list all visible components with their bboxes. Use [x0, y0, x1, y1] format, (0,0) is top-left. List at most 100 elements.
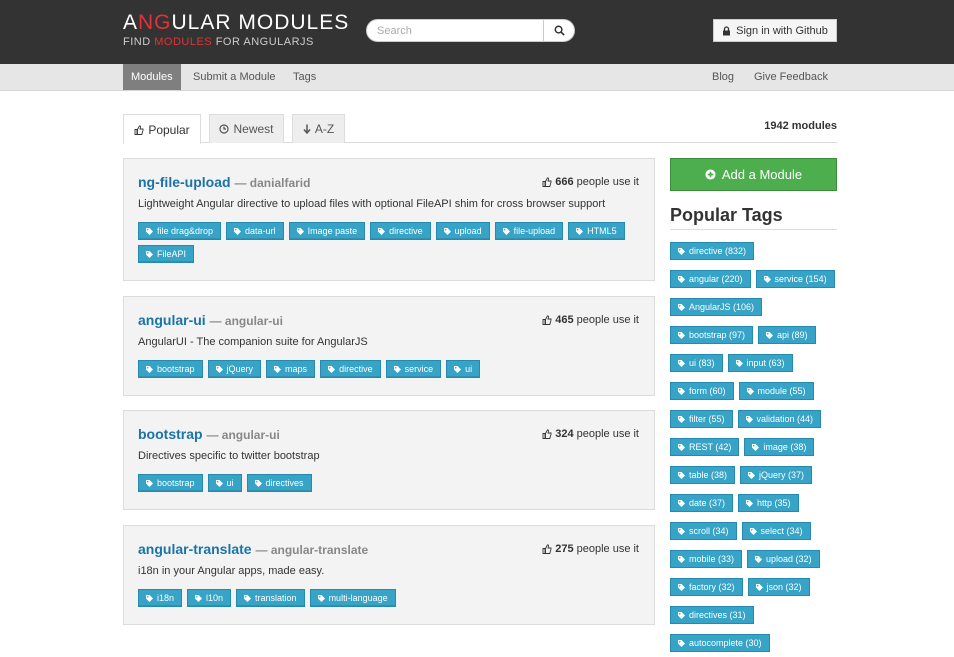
popular-tag[interactable]: http (35): [738, 494, 799, 512]
tag-button[interactable]: directive: [370, 222, 431, 240]
popular-tag[interactable]: service (154): [755, 270, 835, 288]
tag-button[interactable]: file drag&drop: [138, 222, 222, 240]
module-description: Lightweight Angular directive to upload …: [138, 198, 606, 210]
tag-button[interactable]: directives: [246, 474, 312, 492]
popular-tag[interactable]: ui (83): [670, 354, 723, 372]
tag-icon: [763, 275, 771, 283]
signin-github-button[interactable]: Sign in with Github: [713, 19, 837, 42]
popular-tag[interactable]: select (34): [741, 522, 811, 540]
tag-button[interactable]: HTML5: [568, 222, 625, 240]
popular-tag[interactable]: scroll (34): [670, 522, 737, 540]
tag-icon: [752, 443, 760, 451]
tag-button[interactable]: bootstrap: [138, 474, 203, 492]
module-tags: bootstrap ui directives: [138, 474, 643, 492]
module-card: angular-translate — angular-translate 27…: [123, 525, 655, 625]
tag-icon: [735, 359, 743, 367]
tag-button[interactable]: upload: [435, 222, 490, 240]
tag-button[interactable]: service: [385, 360, 442, 378]
module-name[interactable]: angular-translate — angular-translate: [138, 541, 368, 557]
popular-tag[interactable]: api (89): [758, 326, 816, 344]
logo-title: ANGULAR MODULES: [123, 11, 350, 34]
popular-tag[interactable]: jQuery (37): [740, 466, 813, 484]
tag-button[interactable]: i18n: [138, 589, 183, 607]
thumbs-up-icon: [542, 544, 552, 554]
module-description: AngularUI - The companion suite for Angu…: [138, 336, 368, 348]
popular-tag[interactable]: image (38): [744, 438, 815, 456]
popular-tag[interactable]: AngularJS (106): [670, 298, 763, 316]
tag-icon: [678, 639, 685, 647]
tag-button[interactable]: FileAPI: [138, 245, 195, 263]
tag-button[interactable]: jQuery: [207, 360, 262, 378]
module-name[interactable]: angular-ui — angular-ui: [138, 312, 283, 328]
tag-button[interactable]: file-upload: [494, 222, 564, 240]
tag-icon: [746, 499, 754, 507]
add-module-button[interactable]: Add a Module: [670, 158, 837, 191]
module-author[interactable]: danialfarid: [250, 176, 311, 190]
tag-button[interactable]: data-url: [226, 222, 284, 240]
tag-button[interactable]: directive: [320, 360, 381, 378]
tag-icon: [678, 611, 685, 619]
tag-icon: [678, 331, 685, 339]
search-button[interactable]: [543, 20, 574, 41]
popular-tag[interactable]: filter (55): [670, 410, 733, 428]
popular-tag[interactable]: date (37): [670, 494, 734, 512]
module-author[interactable]: angular-translate: [271, 543, 368, 557]
module-description: Directives specific to twitter bootstrap: [138, 450, 320, 462]
tag-icon: [678, 583, 685, 591]
popular-tag[interactable]: directives (31): [670, 606, 754, 624]
tag-icon: [244, 594, 252, 602]
module-name[interactable]: ng-file-upload — danialfarid: [138, 174, 310, 190]
module-name[interactable]: bootstrap — angular-ui: [138, 426, 280, 442]
popular-tag[interactable]: autocomplete (30): [670, 634, 770, 652]
nav-blog[interactable]: Blog: [704, 64, 742, 90]
popular-tag[interactable]: REST (42): [670, 438, 740, 456]
tab-newest[interactable]: Newest: [209, 114, 284, 143]
tag-button[interactable]: multi-language: [309, 589, 396, 607]
search-box: [366, 19, 575, 42]
tag-icon: [146, 365, 153, 373]
popular-tag[interactable]: form (60): [670, 382, 734, 400]
nav-submit-module[interactable]: Submit a Module: [185, 64, 284, 90]
popular-tag[interactable]: upload (32): [747, 550, 820, 568]
popular-tag[interactable]: module (55): [738, 382, 814, 400]
popular-tag[interactable]: bootstrap (97): [670, 326, 754, 344]
tag-icon: [146, 227, 153, 235]
popular-tag[interactable]: directive (832): [670, 242, 755, 260]
module-author[interactable]: angular-ui: [222, 428, 280, 442]
nav-tags[interactable]: Tags: [285, 64, 324, 90]
tag-button[interactable]: translation: [236, 589, 305, 607]
arrow-down-icon: [303, 124, 311, 134]
sort-tabs: Popular Newest A-Z 1942 modules: [123, 114, 837, 144]
tab-a-z[interactable]: A-Z: [292, 114, 345, 143]
popular-tag[interactable]: table (38): [670, 466, 736, 484]
popular-tag[interactable]: input (63): [727, 354, 793, 372]
logo[interactable]: ANGULAR MODULES FIND MODULES FOR ANGULAR…: [123, 11, 350, 49]
tag-icon: [146, 250, 153, 258]
tag-icon: [678, 527, 685, 535]
search-input[interactable]: [367, 20, 545, 41]
nav-modules[interactable]: Modules: [123, 64, 181, 90]
tag-button[interactable]: l10n: [187, 589, 232, 607]
tag-icon: [234, 227, 242, 235]
tag-button[interactable]: ui: [446, 360, 481, 378]
logo-tagline: FIND MODULES FOR ANGULARJS: [123, 36, 314, 48]
module-tags: bootstrap jQuery maps directive service …: [138, 360, 643, 378]
popular-tag[interactable]: validation (44): [737, 410, 822, 428]
tab-popular[interactable]: Popular: [123, 114, 201, 144]
nav-give-feedback[interactable]: Give Feedback: [746, 64, 836, 90]
popular-tag[interactable]: mobile (33): [670, 550, 743, 568]
module-author[interactable]: angular-ui: [225, 314, 283, 328]
popular-tag[interactable]: angular (220): [670, 270, 751, 288]
tag-button[interactable]: maps: [266, 360, 316, 378]
tag-button[interactable]: Image paste: [288, 222, 366, 240]
tag-icon: [678, 247, 685, 255]
tag-icon: [274, 365, 282, 373]
popular-tag[interactable]: factory (32): [670, 578, 743, 596]
tab-newest-label: Newest: [233, 122, 274, 136]
popular-tag[interactable]: json (32): [747, 578, 810, 596]
tag-icon: [146, 594, 153, 602]
tab-a-z-label: A-Z: [314, 122, 335, 136]
tag-button[interactable]: bootstrap: [138, 360, 203, 378]
tag-button[interactable]: ui: [207, 474, 242, 492]
divider: [670, 229, 837, 230]
